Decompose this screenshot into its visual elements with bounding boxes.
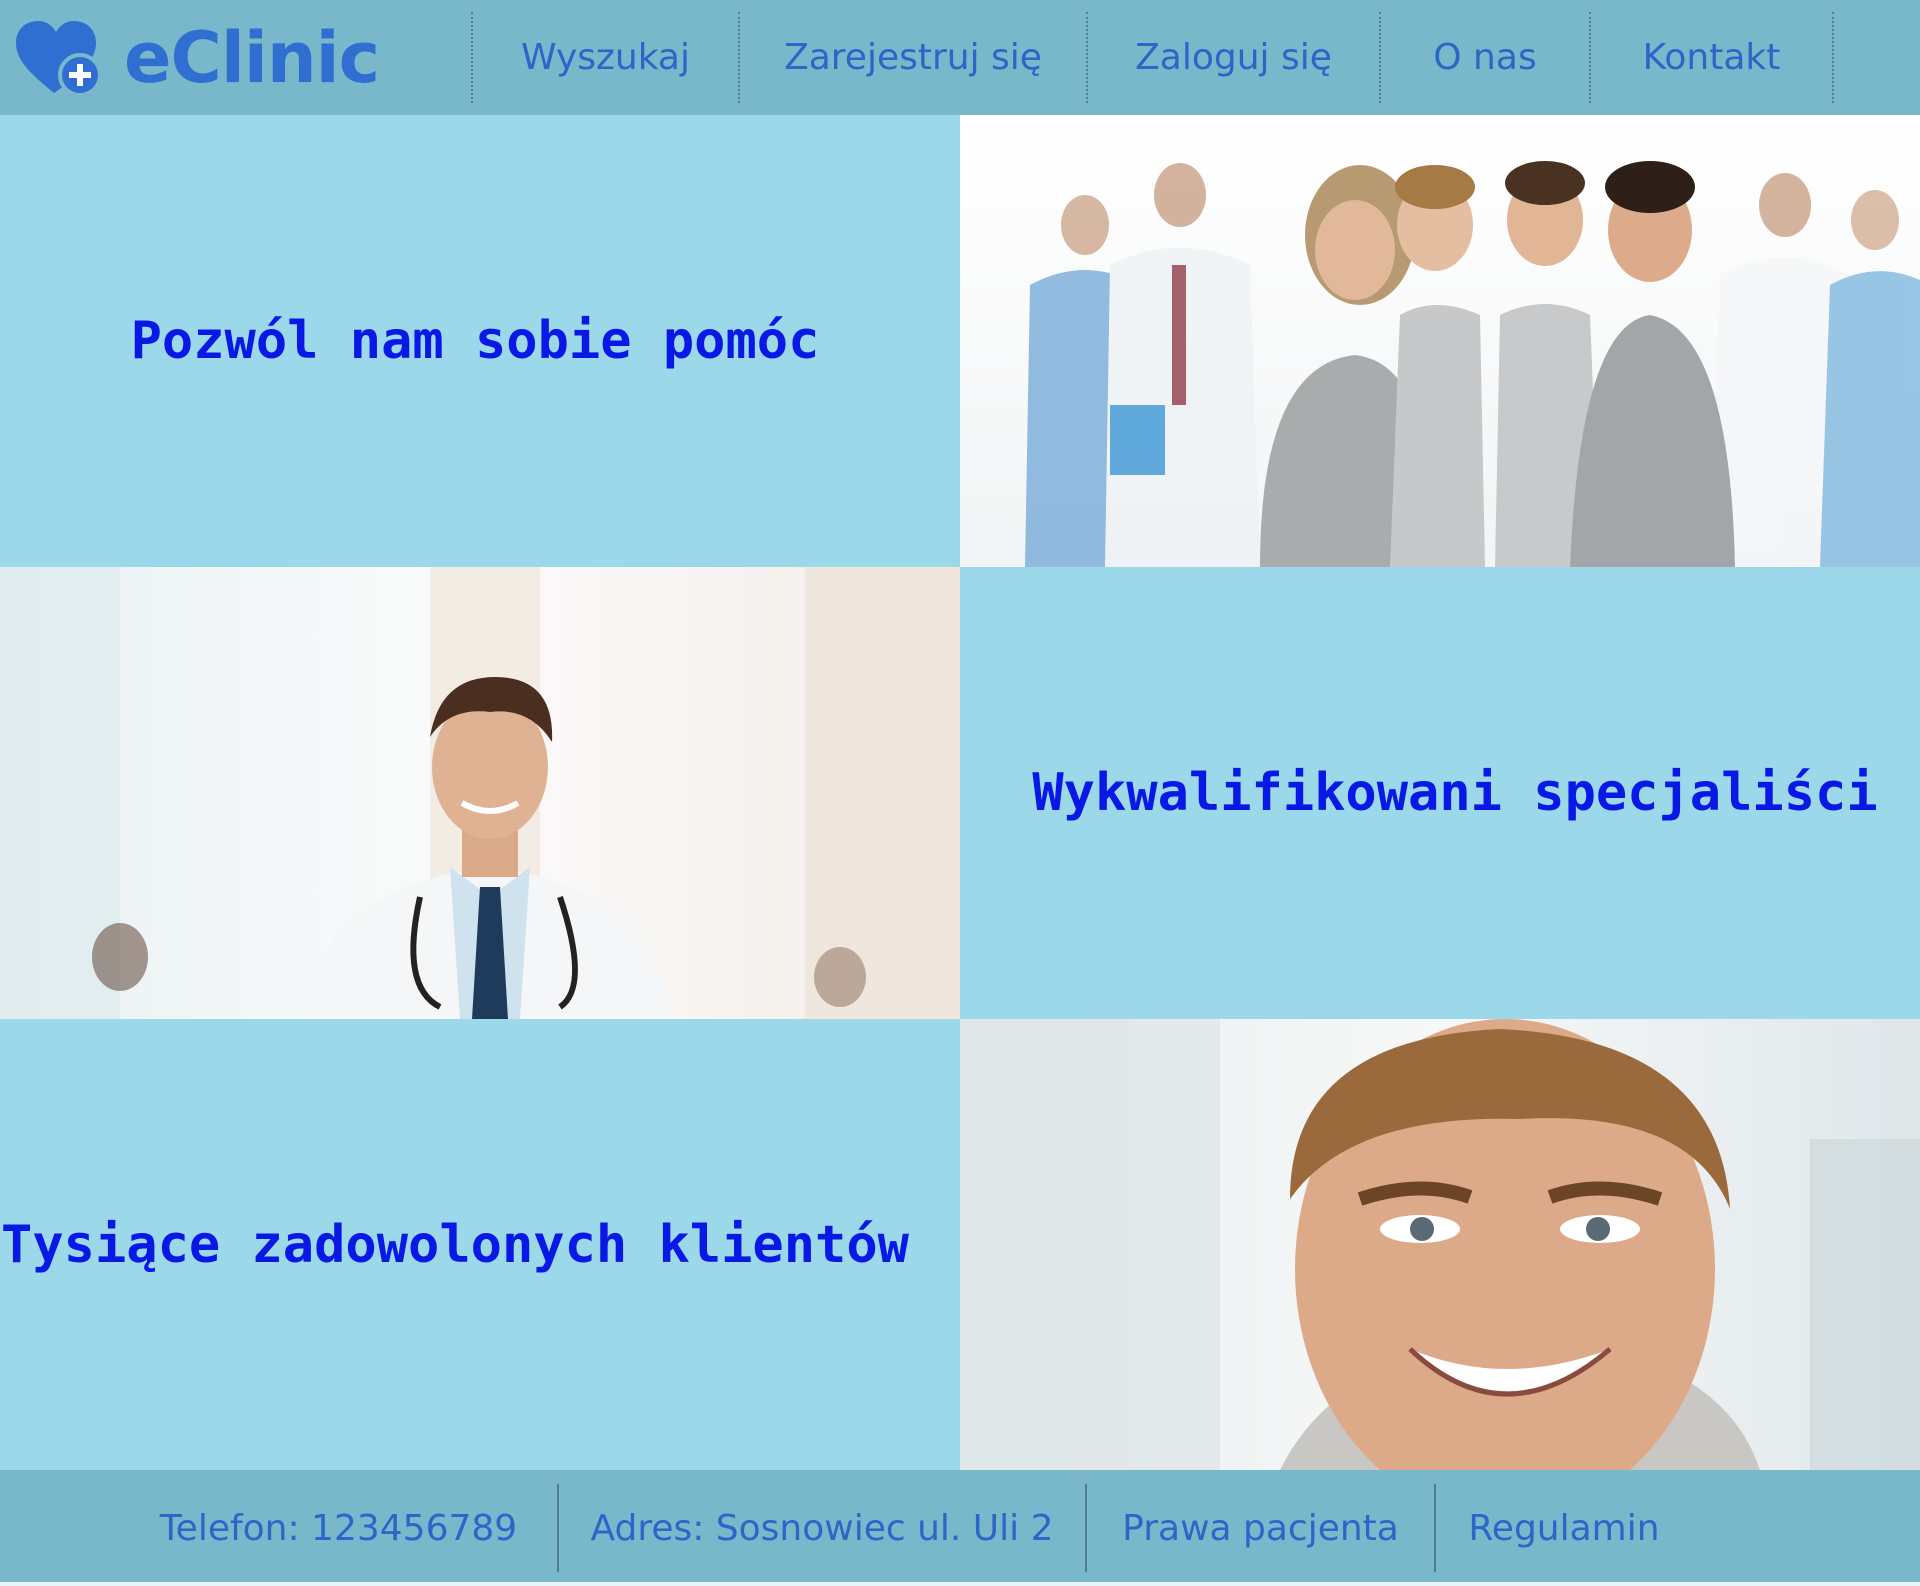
brand-logo[interactable]: eClinic xyxy=(14,14,380,102)
page-footer: Telefon: 123456789 Adres: Sosnowiec ul. … xyxy=(0,1470,1920,1586)
nav-link-register[interactable]: Zarejestruj się xyxy=(740,0,1086,115)
smiling-young-man-photo xyxy=(960,1019,1920,1470)
family-with-medical-staff-photo xyxy=(960,115,1920,567)
nav-link-search[interactable]: Wyszukaj xyxy=(473,0,738,115)
brand-name: eClinic xyxy=(124,17,380,99)
hero-headline-3: Tysiące zadowolonych klientów xyxy=(1,1214,909,1275)
footer-link-terms[interactable]: Regulamin xyxy=(1436,1470,1692,1586)
nav-link-login[interactable]: Zaloguj się xyxy=(1088,0,1379,115)
footer-phone: Telefon: 123456789 xyxy=(159,1507,518,1549)
top-navbar: eClinic Wyszukaj Zarejestruj się Zaloguj… xyxy=(0,0,1920,115)
footer-bottom-strip xyxy=(0,1582,1920,1586)
hero-panel-2: Wykwalifikowani specjaliści xyxy=(960,567,1920,1019)
hero-headline-1: Pozwól nam sobie pomóc xyxy=(130,311,820,371)
nav-link-contact[interactable]: Kontakt xyxy=(1591,0,1832,115)
footer-link-patient-rights[interactable]: Prawa pacjenta xyxy=(1087,1470,1434,1586)
footer-address: Adres: Sosnowiec ul. Uli 2 xyxy=(590,1507,1054,1549)
hero-panel-3: Tysiące zadowolonych klientów xyxy=(0,1019,960,1470)
smiling-doctor-photo xyxy=(0,567,960,1019)
hero-panel-1: Pozwól nam sobie pomóc xyxy=(0,115,960,567)
nav-link-about[interactable]: O nas xyxy=(1381,0,1589,115)
heart-plus-icon xyxy=(16,21,102,97)
hero-headline-2: Wykwalifikowani specjaliści xyxy=(1032,763,1878,823)
nav-divider xyxy=(1832,12,1834,103)
